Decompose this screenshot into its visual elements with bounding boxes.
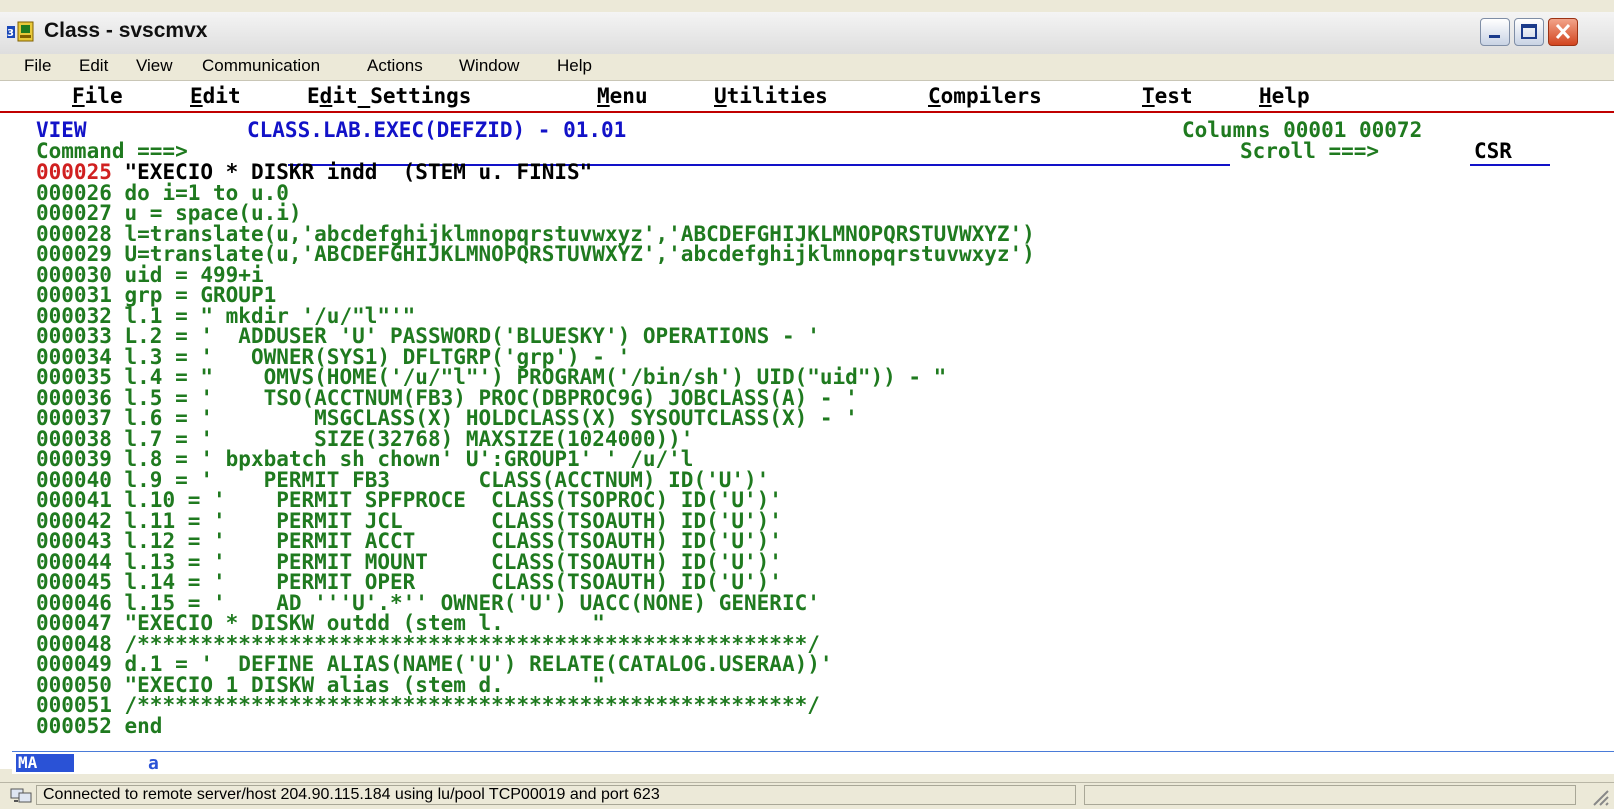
source-line-52[interactable]: 000052 end (36, 716, 162, 737)
line-text[interactable]: /***************************************… (125, 693, 820, 717)
maximize-icon (1521, 24, 1537, 39)
action-bar-separator (0, 111, 1614, 113)
title-bar[interactable]: 3 Class - svscmvx (0, 12, 1614, 55)
status-message: Connected to remote server/host 204.90.1… (43, 786, 660, 803)
resize-grip-icon[interactable] (1590, 787, 1610, 807)
terminal-screen[interactable]: File Edit Edit_Settings Menu Utilities C… (0, 81, 1614, 774)
source-line-51[interactable]: 000051 /********************************… (36, 695, 820, 716)
connection-icon (10, 788, 32, 803)
ispf-menu-file[interactable]: File (72, 81, 123, 111)
source-line-47[interactable]: 000047 "EXECIO * DISKW outdd (stem l. " (36, 613, 605, 634)
ispf-menu-test[interactable]: Test (1142, 81, 1193, 111)
source-line-31[interactable]: 000031 grp = GROUP1 (36, 285, 276, 306)
line-text[interactable]: end (125, 714, 163, 738)
scroll-label: Scroll ===> (1240, 139, 1380, 163)
source-line-49[interactable]: 000049 d.1 = ' DEFINE ALIAS(NAME('U') RE… (36, 654, 833, 675)
menu-edit[interactable]: Edit (79, 56, 108, 76)
close-button[interactable] (1548, 18, 1578, 46)
source-line-37[interactable]: 000037 l.6 = ' MSGCLASS(X) HOLDCLASS(X) … (36, 408, 858, 429)
ispf-menu-help[interactable]: Help (1259, 81, 1310, 111)
status-bar: Connected to remote server/host 204.90.1… (0, 782, 1614, 809)
terminal-app-icon: 3 (7, 21, 34, 42)
columns-indicator: Columns 00001 00072 (1182, 118, 1423, 142)
scroll-amount-field[interactable]: CSR (1474, 141, 1512, 162)
oia-session-indicator: a (148, 753, 159, 774)
source-line-33[interactable]: 000033 L.2 = ' ADDUSER 'U' PASSWORD('BLU… (36, 326, 820, 347)
minimize-icon (1489, 35, 1500, 38)
source-line-35[interactable]: 000035 l.4 = " OMVS(HOME('/u/"l"') PROGR… (36, 367, 946, 388)
svg-text:3: 3 (7, 28, 14, 39)
close-icon (1555, 23, 1571, 40)
ispf-menu-utilities[interactable]: Utilities (714, 81, 828, 111)
menu-bar: File Edit View Communication Actions Win… (0, 54, 1614, 81)
view-mode-label: VIEW (36, 118, 87, 142)
scroll-field-underline[interactable] (1470, 164, 1550, 166)
maximize-button[interactable] (1514, 18, 1544, 46)
line-number: 000052 (36, 714, 112, 738)
source-line-45[interactable]: 000045 l.14 = ' PERMIT OPER CLASS(TSOAUT… (36, 572, 782, 593)
window-title: Class - svscmvx (44, 19, 208, 42)
menu-window[interactable]: Window (459, 56, 519, 76)
minimize-button[interactable] (1480, 18, 1510, 46)
status-secondary-panel (1084, 785, 1576, 805)
ispf-menu-edit-settings[interactable]: Edit_Settings (307, 81, 471, 111)
source-line-39[interactable]: 000039 l.8 = ' bpxbatch sh chown' U':GRO… (36, 449, 693, 470)
terminal-window: 3 Class - svscmvx File Edit View Communi… (0, 0, 1614, 809)
menu-help[interactable]: Help (557, 56, 592, 76)
dataset-name: CLASS.LAB.EXEC(DEFZID) - 01.01 (247, 118, 627, 142)
source-line-43[interactable]: 000043 l.12 = ' PERMIT ACCT CLASS(TSOAUT… (36, 531, 782, 552)
oia-mode-indicator: MA (16, 754, 74, 772)
ispf-menu-edit[interactable]: Edit (190, 81, 241, 111)
operator-information-area: MA a (12, 752, 1614, 774)
source-line-25[interactable]: 000025 "EXECIO * DISKR indd (STEM u. FIN… (36, 162, 592, 183)
ispf-menu-compilers[interactable]: Compilers (928, 81, 1042, 111)
source-line-27[interactable]: 000027 u = space(u.i) (36, 203, 302, 224)
menu-actions[interactable]: Actions (367, 56, 423, 76)
menu-communication[interactable]: Communication (202, 56, 320, 76)
ispf-menu-menu[interactable]: Menu (597, 81, 648, 111)
status-message-panel: Connected to remote server/host 204.90.1… (36, 785, 1076, 805)
menu-view[interactable]: View (136, 56, 173, 76)
menu-file[interactable]: File (24, 56, 51, 76)
command-label: Command ===> (36, 139, 188, 163)
source-line-41[interactable]: 000041 l.10 = ' PERMIT SPFPROCE CLASS(TS… (36, 490, 782, 511)
source-line-29[interactable]: 000029 U=translate(u,'ABCDEFGHIJKLMNOPQR… (36, 244, 1035, 265)
